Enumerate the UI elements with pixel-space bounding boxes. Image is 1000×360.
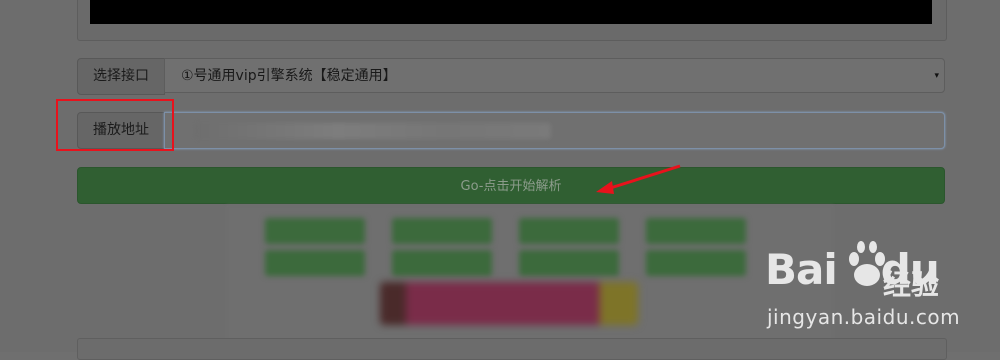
blurred-button[interactable]: [519, 218, 619, 244]
highlight-box: [56, 99, 174, 151]
bottom-panel: [77, 338, 947, 360]
go-parse-button[interactable]: Go-点击开始解析: [77, 167, 945, 204]
video-player[interactable]: [90, 0, 932, 24]
watermark-url: jingyan.baidu.com: [767, 305, 961, 329]
blurred-button[interactable]: [646, 218, 746, 244]
blurred-button[interactable]: [265, 250, 365, 276]
blurred-button[interactable]: [392, 218, 492, 244]
play-url-input[interactable]: [164, 112, 945, 149]
blurred-url-text: [195, 123, 551, 139]
blurred-button[interactable]: [392, 250, 492, 276]
arrow-annotation: [596, 164, 681, 194]
interface-select[interactable]: ①号通用vip引擎系统【稳定通用】 ▾: [164, 58, 945, 93]
interface-select-value: ①号通用vip引擎系统【稳定通用】: [181, 68, 397, 84]
blurred-button[interactable]: [265, 218, 365, 244]
url-row: 播放地址: [77, 112, 945, 149]
interface-label: 选择接口: [77, 58, 165, 95]
chevron-down-icon: ▾: [934, 71, 939, 81]
blurred-banner: [380, 282, 638, 325]
watermark-product: 经验: [883, 268, 940, 301]
blurred-button[interactable]: [519, 250, 619, 276]
baidu-jingyan-watermark: Bai du 经验 jingyan.baidu.com: [765, 235, 960, 335]
blurred-button[interactable]: [646, 250, 746, 276]
interface-row: 选择接口 ①号通用vip引擎系统【稳定通用】 ▾: [77, 58, 945, 95]
